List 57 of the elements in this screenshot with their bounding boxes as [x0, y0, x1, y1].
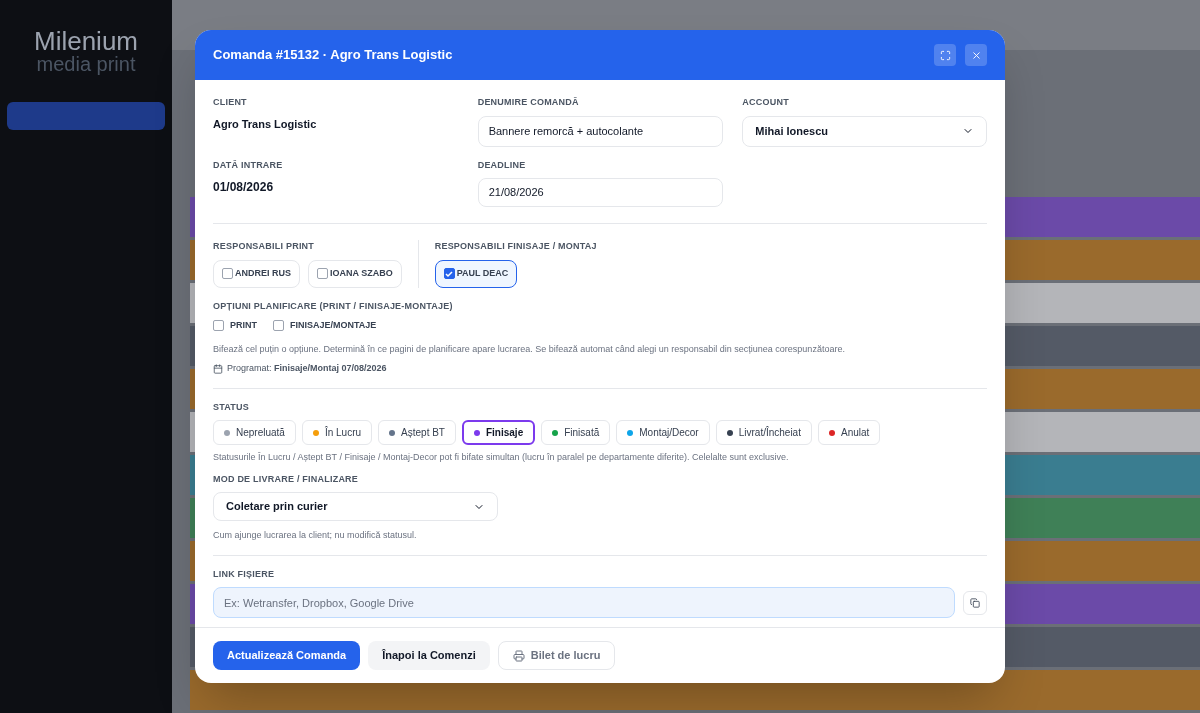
- calendar-icon: [213, 363, 223, 374]
- checkbox[interactable]: [213, 320, 224, 332]
- checkbox[interactable]: [222, 268, 233, 279]
- logo-subtext: media print: [36, 54, 136, 74]
- field-label: CLIENT: [213, 96, 248, 109]
- field-label: DENUMIRE COMANDĂ: [477, 96, 580, 109]
- copy-icon: [970, 597, 980, 608]
- field-label: LINK FIȘIERE: [213, 567, 276, 581]
- field-label: OPȚIUNI PLANIFICARE (PRINT / FINISAJE-MONTAJE): [213, 299, 454, 313]
- fullscreen-icon: [939, 49, 951, 61]
- responsible-name: PAUL DEAC: [456, 266, 509, 280]
- status-option[interactable]: Livrat/Încheiat: [715, 420, 812, 445]
- account-select[interactable]: Mihai Ionescu: [742, 115, 987, 147]
- status-hint: Statusurile În Lucru / Aștept BT / Finisaje / Montaj-Decor pot fi bifate simultan (lucru în paralel pe departamente diferite). Celelalte sunt exclusive.: [213, 451, 790, 464]
- delivery-hint: Cum ajunge lucrarea la client; nu modifică statusul.: [213, 529, 418, 542]
- field-label: RESPONSABILI PRINT: [213, 240, 316, 253]
- checkbox[interactable]: [273, 320, 284, 332]
- field-label: DEADLINE: [477, 158, 527, 172]
- option-label: PRINT: [230, 319, 257, 332]
- status-option[interactable]: Anulat: [817, 420, 881, 445]
- copy-button[interactable]: [963, 590, 987, 615]
- files-link-input[interactable]: Ex: Wetransfer, Dropbox, Google Drive: [213, 587, 955, 618]
- field-label: STATUS: [213, 400, 250, 414]
- status-option[interactable]: Nepreluată: [213, 420, 296, 445]
- status-option[interactable]: Finisaje: [461, 420, 536, 445]
- printer-icon: [512, 649, 525, 662]
- responsible-chip[interactable]: PAUL DEAC: [434, 259, 518, 288]
- status-option[interactable]: Aștept BT: [378, 420, 456, 445]
- deadline-field[interactable]: 21/08/2026: [477, 178, 723, 207]
- delivery-select[interactable]: Coletare prin curier: [213, 492, 498, 521]
- responsible-name: IOANA SZABO: [330, 266, 393, 280]
- responsible-chip[interactable]: IOANA SZABO: [308, 259, 402, 288]
- planning-hint: Bifează cel puțin o opțiune. Determină în ce pagini de planificare apare lucrarea. Se bifează automat când alegi un responsabil din secțiunea corespunzătoare.: [213, 342, 846, 356]
- order-name-field[interactable]: Bannere remorcă + autocolante: [477, 115, 723, 147]
- modal-title: Comanda #15132 · Agro Trans Logistic: [213, 46, 454, 65]
- responsible-chip[interactable]: ANDREI RUS: [213, 259, 300, 288]
- entry-date-value: 01/08/2026: [213, 179, 275, 196]
- status-option[interactable]: În Lucru: [301, 420, 373, 445]
- update-button[interactable]: Actualizează Comanda: [213, 641, 361, 670]
- print-button[interactable]: Bilet de lucru: [497, 641, 616, 670]
- field-label: MOD DE LIVRARE / FINALIZARE: [213, 472, 360, 486]
- back-button[interactable]: Înapoi la Comenzi: [368, 641, 490, 670]
- responsible-name: ANDREI RUS: [235, 266, 291, 280]
- checkbox[interactable]: [443, 268, 455, 279]
- checkbox[interactable]: [317, 268, 328, 279]
- field-label: ACCOUNT: [742, 96, 790, 109]
- status-option[interactable]: Montaj/Decor: [616, 420, 710, 445]
- logo-text: Milenium: [34, 28, 138, 54]
- field-label: RESPONSABILI FINISAJE / MONTAJ: [434, 240, 597, 253]
- close-button[interactable]: [965, 44, 987, 66]
- field-label: DATĂ INTRARE: [213, 158, 284, 172]
- option-label: FINISAJE/MONTAJE: [290, 319, 377, 332]
- close-icon: [970, 49, 982, 61]
- status-option[interactable]: Finisată: [541, 420, 611, 445]
- fullscreen-button[interactable]: [934, 44, 956, 66]
- scheduled-note: Programat: Finisaje/Montaj 07/08/2026: [227, 362, 387, 375]
- client-value: Agro Trans Logistic: [213, 116, 318, 132]
